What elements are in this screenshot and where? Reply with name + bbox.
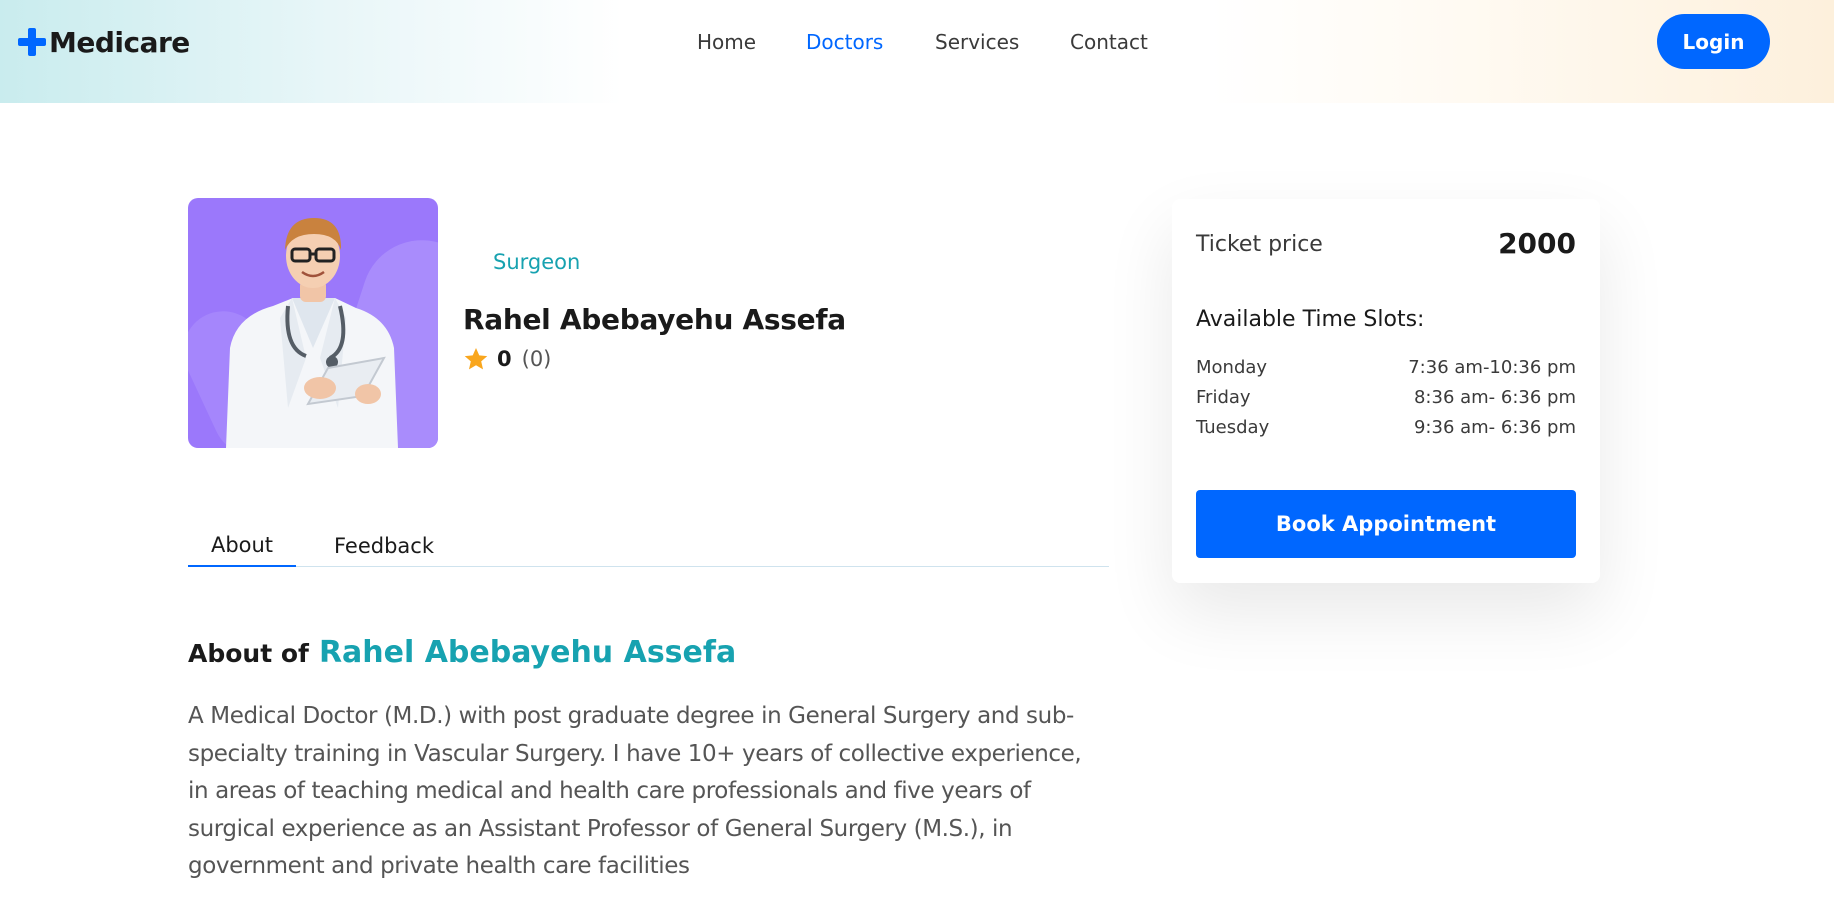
tab-about[interactable]: About <box>188 525 296 567</box>
time-slots-title: Available Time Slots: <box>1196 307 1425 332</box>
logo-text: Medicare <box>49 25 190 59</box>
slot-day: Friday <box>1196 387 1251 408</box>
slot-time: 9:36 am- 6:36 pm <box>1413 417 1576 438</box>
plus-icon <box>18 28 46 56</box>
time-slot-row: Monday 7:36 am-10:36 pm <box>1196 357 1576 385</box>
booking-card: Ticket price 2000 Available Time Slots: … <box>1172 199 1600 583</box>
slot-day: Monday <box>1196 357 1268 378</box>
logo[interactable]: Medicare <box>18 24 190 60</box>
about-heading-prefix: About of <box>188 639 309 668</box>
nav-home[interactable]: Home <box>697 30 756 54</box>
star-icon <box>464 347 488 370</box>
profile-tabs: About Feedback <box>188 525 1109 567</box>
slot-time: 7:36 am-10:36 pm <box>1408 357 1576 378</box>
site-header: Medicare Home Doctors Services Contact L… <box>0 0 1834 103</box>
ticket-price-label: Ticket price <box>1196 232 1323 257</box>
doctor-rating: 0 (0) <box>463 345 551 373</box>
doctor-speciality: Surgeon <box>493 250 581 274</box>
review-count: (0) <box>521 347 552 371</box>
about-text: A Medical Doctor (M.D.) with post gradua… <box>188 703 1082 879</box>
about-heading: About of Rahel Abebayehu Assefa <box>188 635 736 670</box>
slot-time: 8:36 am- 6:36 pm <box>1413 387 1576 408</box>
doctor-photo <box>188 198 438 448</box>
slot-day: Tuesday <box>1196 417 1270 438</box>
time-slot-row: Friday 8:36 am- 6:36 pm <box>1196 387 1576 415</box>
tab-feedback[interactable]: Feedback <box>322 525 446 567</box>
login-button[interactable]: Login <box>1657 14 1770 69</box>
rating-value: 0 <box>497 347 512 371</box>
ticket-price-value: 2000 <box>1498 227 1576 260</box>
doctor-name: Rahel Abebayehu Assefa <box>463 303 846 336</box>
time-slot-row: Tuesday 9:36 am- 6:36 pm <box>1196 417 1576 445</box>
nav-contact[interactable]: Contact <box>1070 30 1148 54</box>
book-appointment-button[interactable]: Book Appointment <box>1196 490 1576 558</box>
nav-services[interactable]: Services <box>935 30 1019 54</box>
nav-doctors[interactable]: Doctors <box>806 30 883 54</box>
about-heading-name: Rahel Abebayehu Assefa <box>318 635 737 670</box>
